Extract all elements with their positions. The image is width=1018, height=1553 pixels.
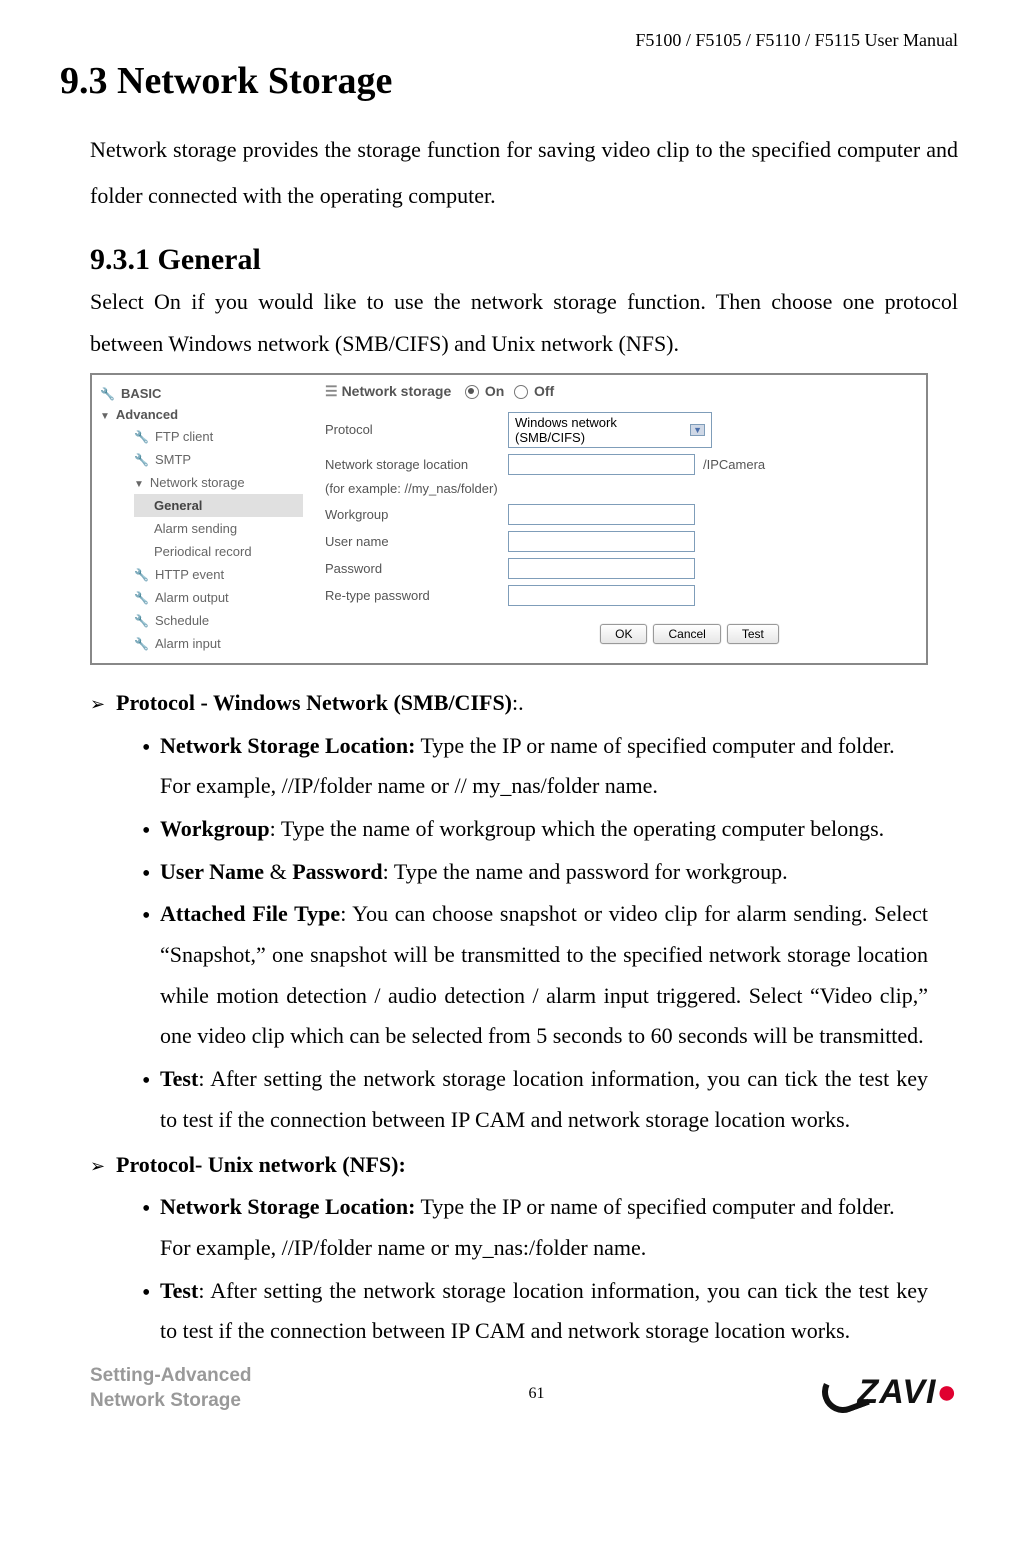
ok-button[interactable]: OK	[600, 624, 647, 644]
bullet-workgroup: Workgroup: Type the name of workgroup wh…	[160, 809, 928, 850]
bullet-protocol-nfs: Protocol- Unix network (NFS):	[116, 1145, 928, 1186]
test-button[interactable]: Test	[727, 624, 779, 644]
bullet-nsl2: Network Storage Location: Type the IP or…	[160, 1187, 928, 1228]
label-password: Password	[325, 561, 500, 576]
nav-periodical-record[interactable]: Periodical record	[134, 540, 303, 563]
nav-alarm-sending[interactable]: Alarm sending	[134, 517, 303, 540]
subsection-heading: 9.3.1 General	[90, 243, 958, 277]
wrench-icon	[134, 590, 149, 605]
input-workgroup[interactable]	[508, 504, 695, 525]
input-username[interactable]	[508, 531, 695, 552]
nav-ftp[interactable]: FTP client	[114, 425, 303, 448]
main-panel: Network storage On Off Protocol Windows …	[309, 375, 926, 663]
bullet-nsl: Network Storage Location: Type the IP or…	[160, 726, 928, 767]
label-retype-password: Re-type password	[325, 588, 500, 603]
nav-network-storage[interactable]: Network storage	[114, 471, 303, 494]
dot-bullet-icon	[142, 1271, 160, 1352]
nav-schedule[interactable]: Schedule	[114, 609, 303, 632]
arrow-down-icon	[134, 475, 144, 490]
input-location[interactable]	[508, 454, 695, 475]
arrow-bullet-icon	[90, 683, 116, 724]
wrench-icon	[100, 386, 115, 401]
header-product-line: F5100 / F5105 / F5110 / F5115 User Manua…	[60, 30, 958, 51]
dot-bullet-icon	[142, 1187, 160, 1228]
wrench-icon	[134, 613, 149, 628]
bullet-attached-file-type: Attached File Type: You can choose snaps…	[160, 894, 928, 1057]
label-location: Network storage location	[325, 457, 500, 472]
label-workgroup: Workgroup	[325, 507, 500, 522]
panel-title: Network storage On Off	[325, 383, 914, 400]
footer-breadcrumb: Setting-Advanced Network Storage	[90, 1364, 252, 1413]
nav-alarm-output[interactable]: Alarm output	[114, 586, 303, 609]
nav-http-event[interactable]: HTTP event	[114, 563, 303, 586]
bullet-nsl2-cont: For example, //IP/folder name or my_nas:…	[160, 1228, 928, 1269]
subsection-intro: Select On if you would like to use the n…	[90, 281, 958, 365]
wrench-icon	[134, 567, 149, 582]
bullet-protocol-smb: Protocol - Windows Network (SMB/CIFS):.	[116, 683, 928, 724]
wrench-icon	[134, 636, 149, 651]
section-heading: 9.3 Network Storage	[60, 59, 958, 103]
nav-alarm-input[interactable]: Alarm input	[114, 632, 303, 655]
nav-basic[interactable]: BASIC	[98, 383, 303, 404]
radio-on[interactable]	[465, 385, 479, 399]
input-password[interactable]	[508, 558, 695, 579]
location-suffix: /IPCamera	[703, 457, 765, 472]
nav-advanced[interactable]: Advanced	[98, 404, 303, 425]
label-protocol: Protocol	[325, 422, 500, 437]
cancel-button[interactable]: Cancel	[653, 624, 720, 644]
bullet-test2: Test: After setting the network storage …	[160, 1271, 928, 1352]
wrench-icon	[134, 429, 149, 444]
dot-bullet-icon	[142, 726, 160, 767]
intro-paragraph: Network storage provides the storage fun…	[90, 127, 958, 219]
page-footer: Setting-Advanced Network Storage 61 ZAVI…	[60, 1364, 958, 1413]
arrow-down-icon	[100, 407, 110, 422]
dot-bullet-icon	[142, 809, 160, 850]
nav-smtp[interactable]: SMTP	[114, 448, 303, 471]
nav-general[interactable]: General	[134, 494, 303, 517]
bullet-test: Test: After setting the network storage …	[160, 1059, 928, 1140]
settings-screenshot: BASIC Advanced FTP client SMTP Network s…	[90, 373, 928, 665]
dot-bullet-icon	[142, 894, 160, 1057]
arrow-bullet-icon	[90, 1145, 116, 1186]
nav-sidebar: BASIC Advanced FTP client SMTP Network s…	[92, 375, 309, 663]
select-protocol[interactable]: Windows network (SMB/CIFS)▼	[508, 412, 712, 448]
wrench-icon	[134, 452, 149, 467]
select-arrow-icon: ▼	[690, 424, 705, 436]
location-example: (for example: //my_nas/folder)	[325, 481, 914, 496]
brand-logo: ZAVI●	[822, 1371, 958, 1413]
dot-bullet-icon	[142, 852, 160, 893]
bullet-user-pass: User Name & Password: Type the name and …	[160, 852, 928, 893]
bullet-nsl-cont: For example, //IP/folder name or // my_n…	[160, 766, 928, 807]
page-number: 61	[252, 1385, 822, 1403]
label-username: User name	[325, 534, 500, 549]
panel-icon	[325, 383, 342, 399]
radio-off[interactable]	[514, 385, 528, 399]
dot-bullet-icon	[142, 1059, 160, 1140]
input-retype-password[interactable]	[508, 585, 695, 606]
bullet-list: Protocol - Windows Network (SMB/CIFS):. …	[90, 683, 928, 1352]
